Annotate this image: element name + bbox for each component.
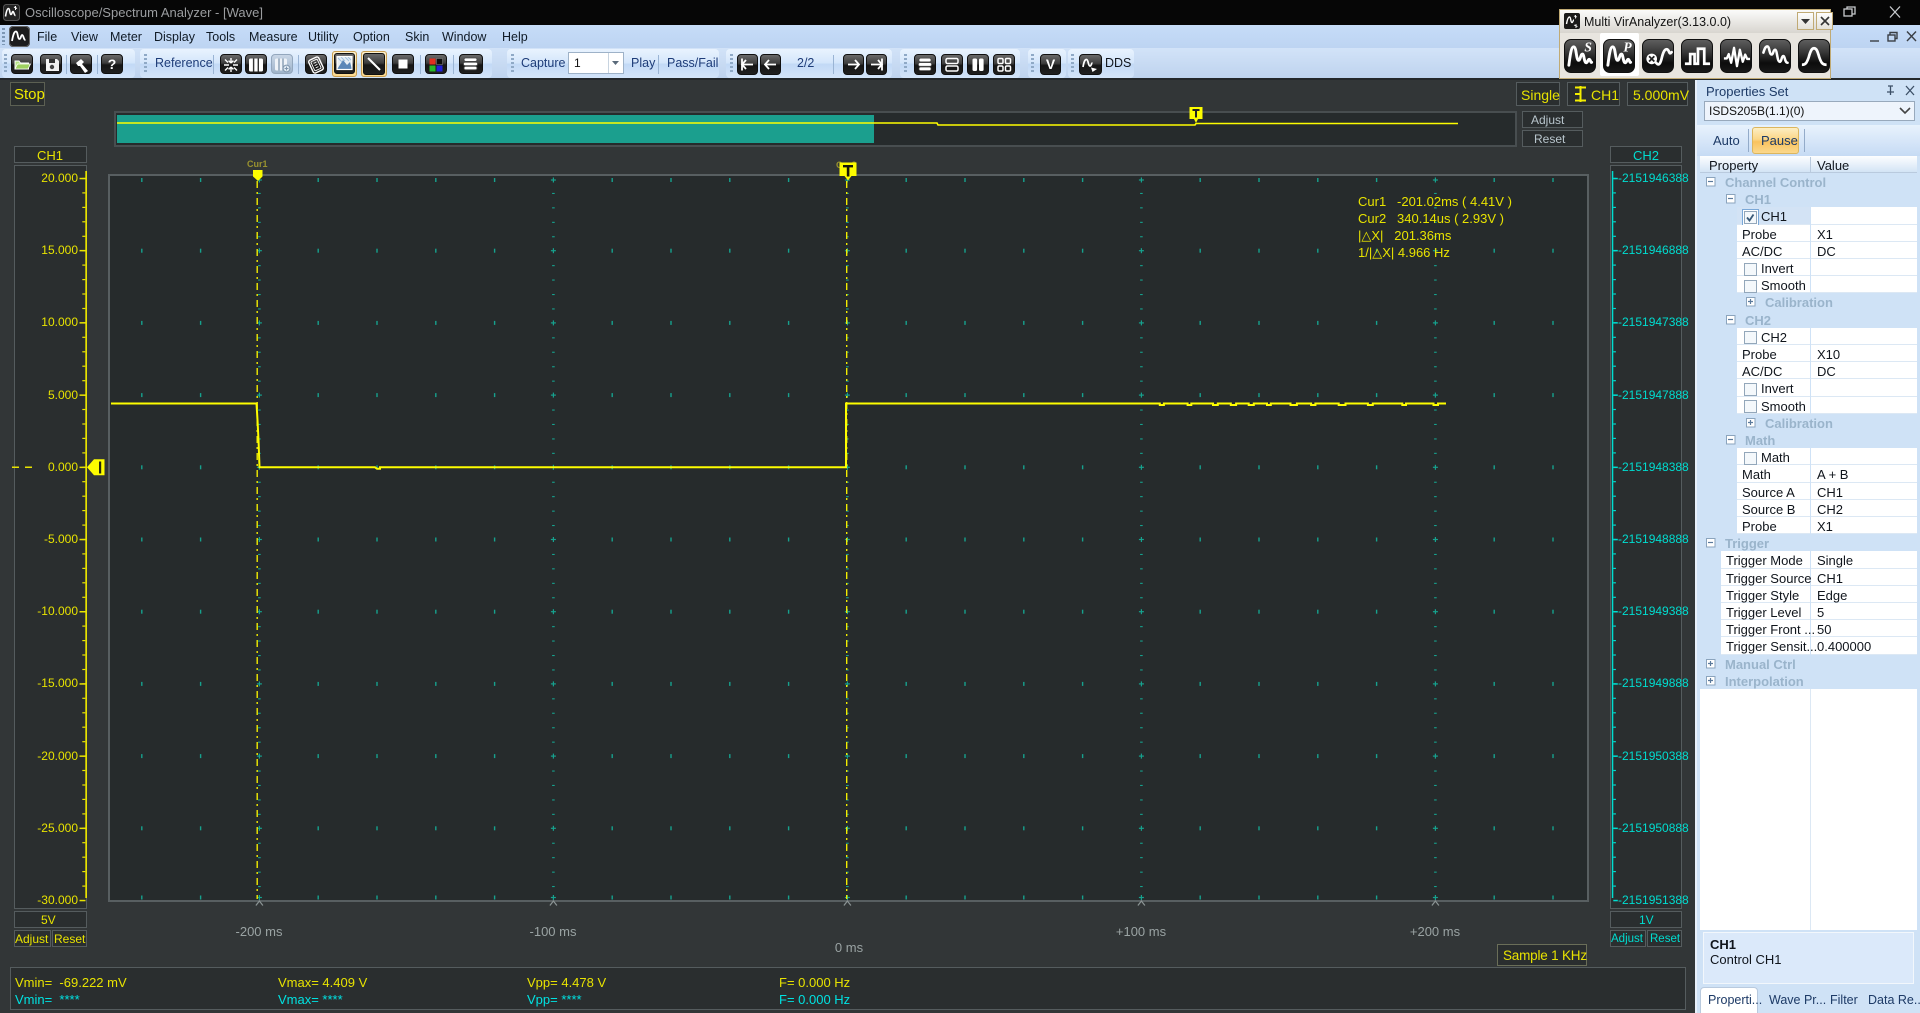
svg-text:S: S bbox=[1585, 40, 1593, 55]
svg-text:Cur1: Cur1 bbox=[247, 159, 268, 169]
svg-text:P: P bbox=[1624, 40, 1633, 55]
